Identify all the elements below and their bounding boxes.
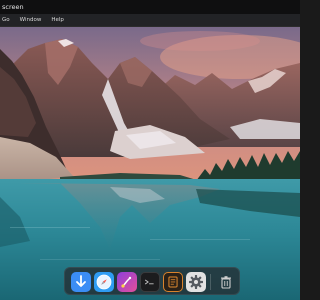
download-arrow-icon: [76, 275, 86, 287]
brush-icon: [121, 276, 132, 288]
dock-trash[interactable]: [216, 272, 236, 292]
menu-go[interactable]: Go: [0, 14, 15, 27]
menu-window[interactable]: Window: [15, 14, 47, 27]
dock-separator: [210, 274, 211, 290]
menu-bar: Go Window Help: [0, 14, 300, 27]
trash-icon: [221, 276, 231, 289]
dock-downloads[interactable]: [71, 272, 91, 292]
dock-safari[interactable]: [94, 272, 114, 292]
dock: [64, 267, 240, 295]
desktop-wallpaper: [0, 27, 300, 300]
dock-creative-app[interactable]: [117, 272, 137, 292]
window-title: screen: [2, 3, 24, 11]
terminal-icon: [145, 279, 154, 285]
menu-help[interactable]: Help: [46, 14, 69, 27]
dock-terminal[interactable]: [140, 272, 160, 292]
dock-notes-app[interactable]: [163, 272, 183, 292]
gear-icon: [189, 275, 203, 289]
desktop-screen: screen Go Window Help: [0, 0, 300, 300]
notebook-icon: [168, 276, 178, 288]
compass-icon: [96, 274, 112, 290]
window-title-bar: screen: [0, 0, 300, 14]
dock-settings[interactable]: [186, 272, 206, 292]
